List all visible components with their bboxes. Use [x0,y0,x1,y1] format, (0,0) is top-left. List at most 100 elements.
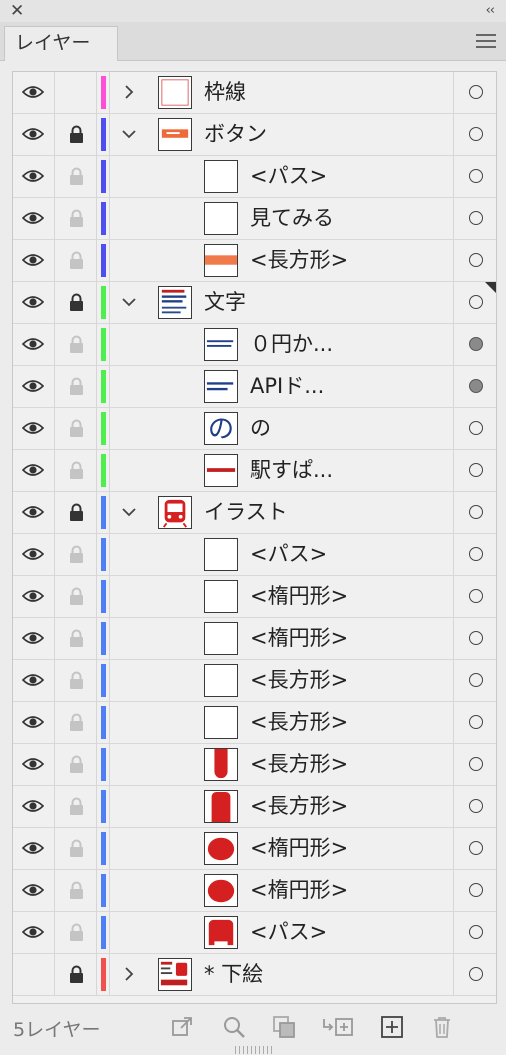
layer-name[interactable]: <長方形> [250,744,348,785]
visibility-toggle[interactable] [13,492,55,533]
target-cell[interactable] [453,450,496,491]
new-layer-icon[interactable] [380,1015,404,1039]
close-icon[interactable]: ✕ [10,0,24,22]
layer-name[interactable]: * 下絵 [204,954,263,995]
layer-row[interactable]: イラスト [13,492,496,534]
layer-name[interactable]: <長方形> [250,660,348,701]
target-cell[interactable] [453,198,496,239]
lock-toggle[interactable] [55,618,97,659]
layer-name[interactable]: 枠線 [204,72,246,113]
target-cell[interactable] [453,954,496,995]
lock-toggle[interactable] [55,324,97,365]
sublayer-row[interactable]: ０円か... [13,324,496,366]
layer-name[interactable]: の [250,408,271,449]
layer-name[interactable]: APIド... [250,366,324,407]
lock-toggle[interactable] [55,744,97,785]
target-circle-icon[interactable] [469,211,483,225]
layer-name[interactable]: <楕円形> [250,870,348,911]
visibility-toggle[interactable] [13,156,55,197]
visibility-toggle[interactable] [13,786,55,827]
sublayer-row[interactable]: 見てみる [13,198,496,240]
target-cell[interactable] [453,618,496,659]
clip-mask-icon[interactable] [272,1015,296,1039]
move-to-layer-icon[interactable] [322,1015,354,1039]
visibility-toggle[interactable] [13,324,55,365]
visibility-toggle[interactable] [13,870,55,911]
lock-toggle[interactable] [55,660,97,701]
sublayer-row[interactable]: <パス> [13,156,496,198]
visibility-toggle[interactable] [13,954,55,995]
visibility-toggle[interactable] [13,534,55,575]
layer-name[interactable]: <長方形> [250,786,348,827]
visibility-toggle[interactable] [13,198,55,239]
lock-toggle[interactable] [55,576,97,617]
layer-name[interactable]: 駅すぱ... [250,450,333,491]
target-cell[interactable] [453,324,496,365]
target-cell[interactable] [453,366,496,407]
sublayer-row[interactable]: 駅すぱ... [13,450,496,492]
target-circle-icon[interactable] [469,379,483,393]
lock-toggle[interactable] [55,156,97,197]
target-circle-icon[interactable] [469,715,483,729]
lock-toggle[interactable] [55,72,97,113]
layer-row[interactable]: ボタン [13,114,496,156]
layer-name[interactable]: <パス> [250,534,327,575]
target-cell[interactable] [453,492,496,533]
lock-toggle[interactable] [55,240,97,281]
chevron-down-icon[interactable] [119,292,139,312]
lock-toggle[interactable] [55,198,97,239]
sublayer-row[interactable]: <楕円形> [13,870,496,912]
lock-toggle[interactable] [55,282,97,323]
lock-toggle[interactable] [55,408,97,449]
visibility-toggle[interactable] [13,408,55,449]
trash-icon[interactable] [430,1015,454,1039]
target-circle-icon[interactable] [469,547,483,561]
visibility-toggle[interactable] [13,450,55,491]
visibility-toggle[interactable] [13,576,55,617]
visibility-toggle[interactable] [13,618,55,659]
sublayer-row[interactable]: APIド... [13,366,496,408]
panel-menu-icon[interactable] [476,34,496,49]
target-cell[interactable] [453,870,496,911]
layer-row[interactable]: 枠線 [13,72,496,114]
lock-toggle[interactable] [55,828,97,869]
visibility-toggle[interactable] [13,72,55,113]
chevron-right-icon[interactable] [119,964,139,984]
target-circle-icon[interactable] [469,253,483,267]
lock-toggle[interactable] [55,954,97,995]
layer-name[interactable]: <楕円形> [250,618,348,659]
layer-row[interactable]: 文字 [13,282,496,324]
sublayer-row[interactable]: <楕円形> [13,576,496,618]
chevron-down-icon[interactable] [119,124,139,144]
target-cell[interactable] [453,744,496,785]
visibility-toggle[interactable] [13,912,55,953]
target-cell[interactable] [453,660,496,701]
sublayer-row[interactable]: <長方形> [13,240,496,282]
export-icon[interactable] [170,1015,194,1039]
layer-name[interactable]: イラスト [204,492,288,533]
lock-toggle[interactable] [55,870,97,911]
target-circle-icon[interactable] [469,169,483,183]
target-cell[interactable] [453,702,496,743]
tab-layers[interactable]: レイヤー [4,26,118,61]
search-icon[interactable] [222,1015,246,1039]
target-circle-icon[interactable] [469,85,483,99]
sublayer-row[interactable]: <楕円形> [13,828,496,870]
target-circle-icon[interactable] [469,967,483,981]
chevron-right-icon[interactable] [119,82,139,102]
target-cell[interactable] [453,912,496,953]
layer-name[interactable]: <長方形> [250,702,348,743]
layer-row[interactable]: * 下絵 [13,954,496,996]
target-cell[interactable] [453,534,496,575]
layer-name[interactable]: 見てみる [250,198,334,239]
target-circle-icon[interactable] [469,505,483,519]
lock-toggle[interactable] [55,702,97,743]
layer-name[interactable]: <長方形> [250,240,348,281]
target-circle-icon[interactable] [469,589,483,603]
lock-toggle[interactable] [55,114,97,155]
sublayer-row[interactable]: <パス> [13,912,496,954]
sublayer-row[interactable]: <パス> [13,534,496,576]
target-circle-icon[interactable] [469,757,483,771]
layer-name[interactable]: <パス> [250,156,327,197]
layer-name[interactable]: <楕円形> [250,828,348,869]
